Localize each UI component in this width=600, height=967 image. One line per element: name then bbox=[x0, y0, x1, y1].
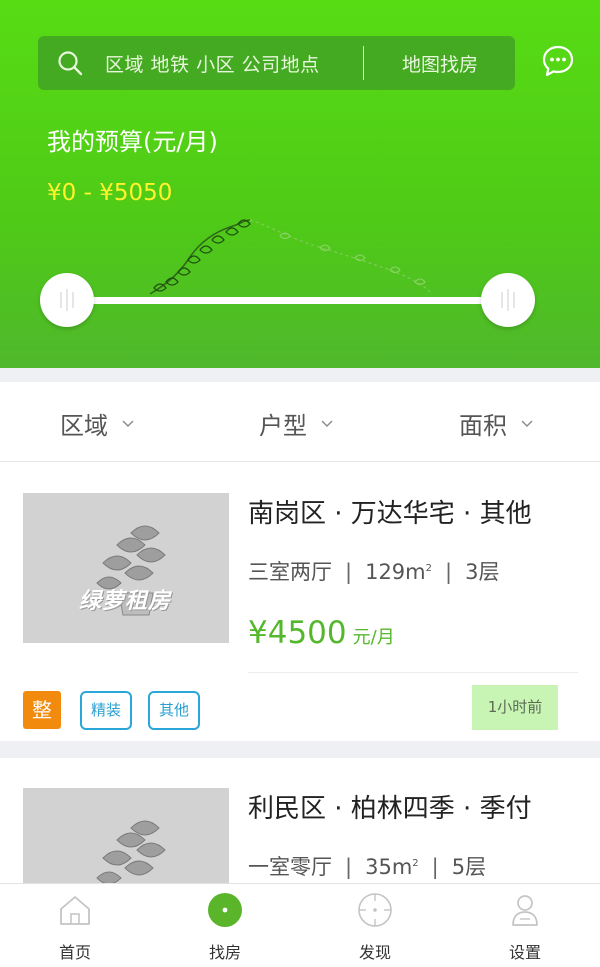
listing-area-sup: 2 bbox=[412, 858, 419, 869]
budget-slider-min-handle[interactable] bbox=[40, 273, 94, 327]
listing-photo-placeholder bbox=[23, 788, 229, 883]
listing-title[interactable]: 利民区 · 柏林四季 · 季付 bbox=[248, 788, 532, 825]
chat-bubble-icon[interactable] bbox=[541, 44, 575, 78]
section-gap bbox=[0, 368, 600, 382]
listing-layout: 三室两厅 bbox=[248, 560, 332, 584]
user-settings-icon bbox=[512, 895, 538, 926]
section-gap bbox=[0, 741, 600, 758]
listing-layout: 一室零厅 bbox=[248, 855, 332, 879]
spec-separator: | bbox=[345, 855, 353, 879]
listing-area-value: 35 bbox=[365, 855, 392, 879]
filter-district[interactable]: 区域 bbox=[60, 406, 134, 441]
listing-floor: 5层 bbox=[451, 855, 487, 879]
listing-specs: 一室零厅 | 35m2 | 5层 bbox=[248, 851, 486, 881]
budget-slider-track[interactable] bbox=[64, 297, 510, 304]
search-divider bbox=[363, 46, 364, 80]
price-value: ¥4500 bbox=[248, 615, 347, 651]
grip-icon bbox=[501, 289, 515, 311]
search-input[interactable]: 区域 地铁 小区 公司地点 bbox=[105, 50, 320, 77]
listing-card[interactable]: 利民区 · 柏林四季 · 季付 一室零厅 | 35m2 | 5层 bbox=[0, 758, 600, 883]
listing-photo-placeholder: 绿萝租房 bbox=[23, 493, 229, 643]
spec-separator: | bbox=[431, 855, 439, 879]
map-find-button[interactable]: 地图找房 bbox=[402, 50, 478, 77]
nav-label: 发现 bbox=[358, 943, 391, 962]
filter-label: 面积 bbox=[459, 412, 507, 440]
compass-icon bbox=[358, 893, 392, 927]
spec-separator: | bbox=[445, 560, 453, 584]
tag-other[interactable]: 其他 bbox=[148, 691, 200, 730]
whole-rent-badge: 整 bbox=[23, 691, 61, 729]
budget-title: 我的预算(元/月) bbox=[47, 128, 218, 156]
posted-time-badge: 1小时前 bbox=[472, 685, 558, 730]
tag-decoration[interactable]: 精装 bbox=[80, 691, 132, 730]
listing-card[interactable]: 绿萝租房 南岗区 · 万达华宅 · 其他 三室两厅 | 129m2 | 3层 ¥4500… bbox=[0, 463, 600, 741]
nav-home[interactable]: 首页 bbox=[0, 884, 150, 967]
watermark-text: 绿萝租房 bbox=[79, 589, 172, 614]
bottom-nav: 首页 找房 发现 设置 bbox=[0, 883, 600, 967]
chevron-down-icon bbox=[321, 420, 333, 427]
budget-slider-max-handle[interactable] bbox=[481, 273, 535, 327]
find-house-icon bbox=[208, 893, 242, 927]
nav-discover[interactable]: 发现 bbox=[300, 884, 450, 967]
listing-area-value: 129 bbox=[365, 560, 406, 584]
plant-logo-icon bbox=[96, 820, 166, 883]
nav-label: 设置 bbox=[508, 943, 541, 962]
budget-range: ¥0 - ¥5050 bbox=[47, 180, 173, 206]
filter-bar: 区域 户型 面积 bbox=[0, 382, 600, 462]
listing-area-unit: m bbox=[405, 560, 426, 584]
chevron-down-icon bbox=[122, 420, 134, 427]
price-unit: 元/月 bbox=[352, 627, 395, 648]
plant-logo-icon bbox=[96, 525, 166, 616]
nav-find-house[interactable]: 找房 bbox=[150, 884, 300, 967]
search-icon bbox=[58, 51, 83, 76]
filter-layout[interactable]: 户型 bbox=[259, 406, 333, 441]
listing-title[interactable]: 南岗区 · 万达华宅 · 其他 bbox=[248, 493, 532, 530]
grip-icon bbox=[60, 289, 74, 311]
nav-settings[interactable]: 设置 bbox=[450, 884, 600, 967]
filter-label: 户型 bbox=[259, 412, 307, 440]
search-bar[interactable]: 区域 地铁 小区 公司地点 地图找房 bbox=[38, 36, 515, 90]
nav-label: 找房 bbox=[208, 943, 241, 962]
divider bbox=[248, 672, 578, 673]
spec-separator: | bbox=[345, 560, 353, 584]
listing-area-sup: 2 bbox=[425, 563, 433, 574]
listing-price: ¥4500 元/月 bbox=[248, 615, 395, 651]
listing-area-unit: m bbox=[391, 855, 413, 879]
listing-floor: 3层 bbox=[465, 560, 500, 584]
filter-label: 区域 bbox=[60, 412, 108, 440]
listing-specs: 三室两厅 | 129m2 | 3层 bbox=[248, 556, 499, 586]
nav-label: 首页 bbox=[58, 943, 91, 962]
vine-decoration-icon bbox=[149, 219, 431, 295]
header-banner: 区域 地铁 小区 公司地点 地图找房 我的预算(元/月) ¥0 - ¥5050 bbox=[0, 0, 600, 368]
home-icon bbox=[60, 896, 90, 925]
filter-area[interactable]: 面积 bbox=[459, 406, 533, 441]
chevron-down-icon bbox=[521, 420, 533, 427]
